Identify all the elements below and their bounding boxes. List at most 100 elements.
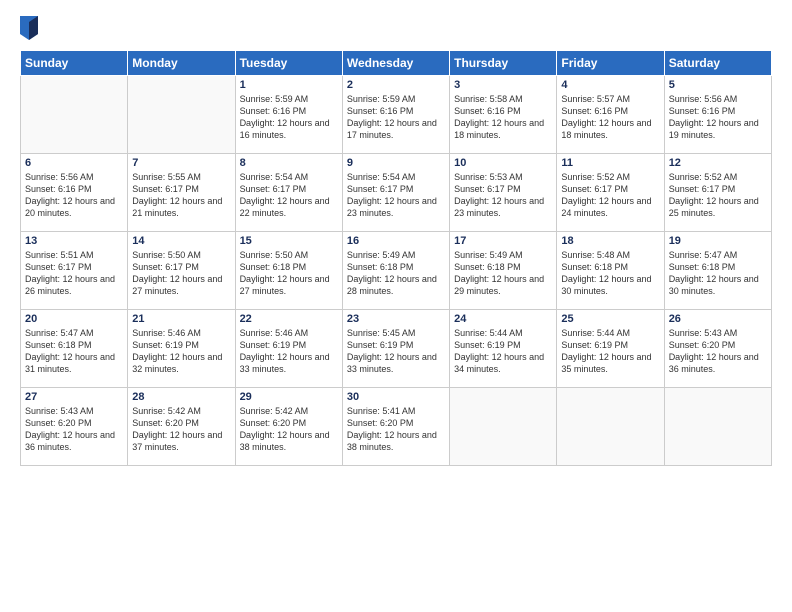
day-number: 15	[240, 235, 338, 247]
calendar-cell: 17 Sunrise: 5:49 AM Sunset: 6:18 PM Dayli…	[450, 232, 557, 310]
calendar-cell	[128, 76, 235, 154]
calendar-cell: 25Sunrise: 5:44 AM Sunset: 6:19 PM Dayli…	[557, 310, 664, 388]
day-info: Sunrise: 5:45 AM Sunset: 6:19 PM Dayligh…	[347, 327, 445, 376]
day-info: Sunrise: 5:50 AM Sunset: 6:18 PM Dayligh…	[240, 249, 338, 298]
weekday-header: Friday	[557, 51, 664, 76]
day-number: 19	[669, 235, 767, 247]
day-number: 21	[132, 313, 230, 325]
day-number: 4	[561, 79, 659, 91]
logo	[20, 16, 42, 40]
day-number: 24	[454, 313, 552, 325]
calendar-cell: 30 Sunrise: 5:41 AM Sunset: 6:20 PM Dayli…	[342, 388, 449, 466]
day-number: 26	[669, 313, 767, 325]
calendar-cell: 6 Sunrise: 5:56 AM Sunset: 6:16 PM Daylig…	[21, 154, 128, 232]
calendar-cell: 16 Sunrise: 5:49 AM Sunset: 6:18 PM Dayli…	[342, 232, 449, 310]
calendar-cell: 12 Sunrise: 5:52 AM Sunset: 6:17 PM Dayli…	[664, 154, 771, 232]
calendar-cell: 5 Sunrise: 5:56 AM Sunset: 6:16 PM Daylig…	[664, 76, 771, 154]
calendar-cell: 13 Sunrise: 5:51 AM Sunset: 6:17 PM Dayli…	[21, 232, 128, 310]
weekday-header: Saturday	[664, 51, 771, 76]
day-info: Sunrise: 5:59 AM Sunset: 6:16 PM Dayligh…	[240, 93, 338, 142]
calendar-cell: 19 Sunrise: 5:47 AM Sunset: 6:18 PM Dayli…	[664, 232, 771, 310]
weekday-header: Thursday	[450, 51, 557, 76]
day-info: Sunrise: 5:42 AM Sunset: 6:20 PM Dayligh…	[240, 405, 338, 454]
header	[20, 16, 772, 40]
day-info: Sunrise: 5:49 AM Sunset: 6:18 PM Dayligh…	[347, 249, 445, 298]
calendar-cell: 24 Sunrise: 5:44 AM Sunset: 6:19 PM Dayli…	[450, 310, 557, 388]
day-info: Sunrise: 5:47 AM Sunset: 6:18 PM Dayligh…	[669, 249, 767, 298]
calendar-cell: 7 Sunrise: 5:55 AM Sunset: 6:17 PM Daylig…	[128, 154, 235, 232]
day-number: 13	[25, 235, 123, 247]
day-info: Sunrise: 5:46 AM Sunset: 6:19 PM Dayligh…	[132, 327, 230, 376]
day-number: 17	[454, 235, 552, 247]
day-number: 7	[132, 157, 230, 169]
calendar-cell: 3 Sunrise: 5:58 AM Sunset: 6:16 PM Daylig…	[450, 76, 557, 154]
day-info: Sunrise: 5:48 AM Sunset: 6:18 PM Dayligh…	[561, 249, 659, 298]
calendar-cell: 26 Sunrise: 5:43 AM Sunset: 6:20 PM Dayli…	[664, 310, 771, 388]
day-number: 6	[25, 157, 123, 169]
day-info: Sunrise: 5:58 AM Sunset: 6:16 PM Dayligh…	[454, 93, 552, 142]
calendar-cell: 15 Sunrise: 5:50 AM Sunset: 6:18 PM Dayli…	[235, 232, 342, 310]
calendar-cell	[450, 388, 557, 466]
day-info: Sunrise: 5:52 AM Sunset: 6:17 PM Dayligh…	[561, 171, 659, 220]
calendar-cell: 8 Sunrise: 5:54 AM Sunset: 6:17 PM Daylig…	[235, 154, 342, 232]
weekday-header: Tuesday	[235, 51, 342, 76]
calendar-cell	[557, 388, 664, 466]
day-info: Sunrise: 5:56 AM Sunset: 6:16 PM Dayligh…	[25, 171, 123, 220]
day-number: 16	[347, 235, 445, 247]
calendar-cell: 29 Sunrise: 5:42 AM Sunset: 6:20 PM Dayli…	[235, 388, 342, 466]
weekday-header: Monday	[128, 51, 235, 76]
calendar-cell: 9Sunrise: 5:54 AM Sunset: 6:17 PM Daylig…	[342, 154, 449, 232]
day-number: 12	[669, 157, 767, 169]
day-number: 25	[561, 313, 659, 325]
calendar-cell: 2Sunrise: 5:59 AM Sunset: 6:16 PM Daylig…	[342, 76, 449, 154]
day-info: Sunrise: 5:46 AM Sunset: 6:19 PM Dayligh…	[240, 327, 338, 376]
day-info: Sunrise: 5:52 AM Sunset: 6:17 PM Dayligh…	[669, 171, 767, 220]
day-number: 22	[240, 313, 338, 325]
calendar-week-row: 13 Sunrise: 5:51 AM Sunset: 6:17 PM Dayli…	[21, 232, 772, 310]
calendar-cell: 10 Sunrise: 5:53 AM Sunset: 6:17 PM Dayli…	[450, 154, 557, 232]
calendar-cell: 4 Sunrise: 5:57 AM Sunset: 6:16 PM Daylig…	[557, 76, 664, 154]
calendar-week-row: 27 Sunrise: 5:43 AM Sunset: 6:20 PM Dayli…	[21, 388, 772, 466]
day-info: Sunrise: 5:43 AM Sunset: 6:20 PM Dayligh…	[25, 405, 123, 454]
day-number: 14	[132, 235, 230, 247]
day-number: 1	[240, 79, 338, 91]
day-number: 8	[240, 157, 338, 169]
day-info: Sunrise: 5:51 AM Sunset: 6:17 PM Dayligh…	[25, 249, 123, 298]
calendar-cell: 18 Sunrise: 5:48 AM Sunset: 6:18 PM Dayli…	[557, 232, 664, 310]
calendar-cell: 14Sunrise: 5:50 AM Sunset: 6:17 PM Dayli…	[128, 232, 235, 310]
calendar-cell	[21, 76, 128, 154]
day-number: 23	[347, 313, 445, 325]
calendar-cell: 23 Sunrise: 5:45 AM Sunset: 6:19 PM Dayli…	[342, 310, 449, 388]
day-info: Sunrise: 5:47 AM Sunset: 6:18 PM Dayligh…	[25, 327, 123, 376]
calendar-cell: 11 Sunrise: 5:52 AM Sunset: 6:17 PM Dayli…	[557, 154, 664, 232]
calendar-week-row: 1 Sunrise: 5:59 AM Sunset: 6:16 PM Daylig…	[21, 76, 772, 154]
day-info: Sunrise: 5:42 AM Sunset: 6:20 PM Dayligh…	[132, 405, 230, 454]
day-number: 11	[561, 157, 659, 169]
calendar-cell: 27 Sunrise: 5:43 AM Sunset: 6:20 PM Dayli…	[21, 388, 128, 466]
day-number: 30	[347, 391, 445, 403]
calendar-cell	[664, 388, 771, 466]
day-info: Sunrise: 5:55 AM Sunset: 6:17 PM Dayligh…	[132, 171, 230, 220]
day-info: Sunrise: 5:43 AM Sunset: 6:20 PM Dayligh…	[669, 327, 767, 376]
day-number: 18	[561, 235, 659, 247]
logo-icon	[20, 16, 38, 40]
day-info: Sunrise: 5:57 AM Sunset: 6:16 PM Dayligh…	[561, 93, 659, 142]
day-number: 3	[454, 79, 552, 91]
day-number: 10	[454, 157, 552, 169]
calendar-cell: 28Sunrise: 5:42 AM Sunset: 6:20 PM Dayli…	[128, 388, 235, 466]
calendar-table: SundayMondayTuesdayWednesdayThursdayFrid…	[20, 50, 772, 466]
weekday-header: Wednesday	[342, 51, 449, 76]
day-info: Sunrise: 5:54 AM Sunset: 6:17 PM Dayligh…	[240, 171, 338, 220]
day-number: 27	[25, 391, 123, 403]
day-number: 29	[240, 391, 338, 403]
day-info: Sunrise: 5:53 AM Sunset: 6:17 PM Dayligh…	[454, 171, 552, 220]
day-info: Sunrise: 5:41 AM Sunset: 6:20 PM Dayligh…	[347, 405, 445, 454]
day-info: Sunrise: 5:56 AM Sunset: 6:16 PM Dayligh…	[669, 93, 767, 142]
day-info: Sunrise: 5:49 AM Sunset: 6:18 PM Dayligh…	[454, 249, 552, 298]
calendar-cell: 22 Sunrise: 5:46 AM Sunset: 6:19 PM Dayli…	[235, 310, 342, 388]
day-info: Sunrise: 5:44 AM Sunset: 6:19 PM Dayligh…	[454, 327, 552, 376]
day-number: 5	[669, 79, 767, 91]
day-info: Sunrise: 5:54 AM Sunset: 6:17 PM Dayligh…	[347, 171, 445, 220]
day-number: 20	[25, 313, 123, 325]
calendar-cell: 20 Sunrise: 5:47 AM Sunset: 6:18 PM Dayli…	[21, 310, 128, 388]
